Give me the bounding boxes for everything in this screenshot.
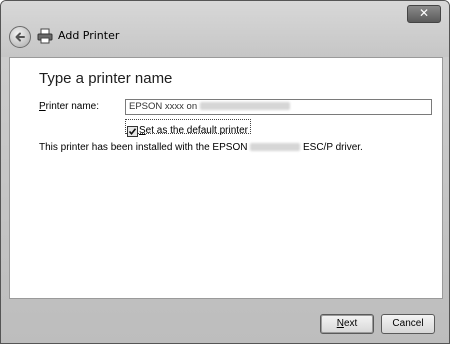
set-default-checkbox-row[interactable]: Set as the default printer (125, 119, 251, 137)
printer-name-label-text: rinter name: (45, 101, 100, 112)
close-icon: ✕ (418, 6, 430, 20)
printer-name-accel: P (39, 101, 46, 112)
set-default-label-text: et as the default printer (145, 125, 248, 136)
checkmark-icon (128, 127, 137, 135)
next-button[interactable]: Next (320, 314, 374, 334)
back-arrow-icon (15, 32, 25, 42)
printer-icon (37, 28, 53, 44)
printer-name-label: Printer name: (39, 101, 99, 112)
title-bar: ✕ Add Printer (1, 1, 449, 57)
content-panel: Type a printer name Printer name: EPSON … (9, 57, 443, 299)
set-default-accel: S (139, 125, 146, 136)
redacted-model (250, 143, 301, 152)
cancel-button[interactable]: Cancel (381, 314, 435, 334)
add-printer-window: ✕ Add Printer Type a printer name Printe… (0, 0, 450, 344)
driver-info-suffix: ESC/P driver. (303, 142, 363, 153)
page-heading: Type a printer name (39, 70, 173, 87)
driver-info-prefix: This printer has been installed with the… (39, 142, 248, 153)
driver-info-text: This printer has been installed with the… (39, 142, 363, 153)
printer-name-value: EPSON xxxx on (129, 101, 198, 112)
window-title: Add Printer (58, 29, 120, 42)
printer-name-input[interactable]: EPSON xxxx on (125, 99, 432, 115)
next-accel: N (336, 318, 344, 329)
set-default-label: Set as the default printer (139, 125, 248, 136)
redacted-text (199, 102, 290, 111)
set-default-checkbox[interactable] (127, 125, 138, 137)
back-button[interactable] (9, 26, 31, 48)
next-label-text: ext (343, 318, 358, 329)
close-button[interactable]: ✕ (407, 5, 441, 23)
